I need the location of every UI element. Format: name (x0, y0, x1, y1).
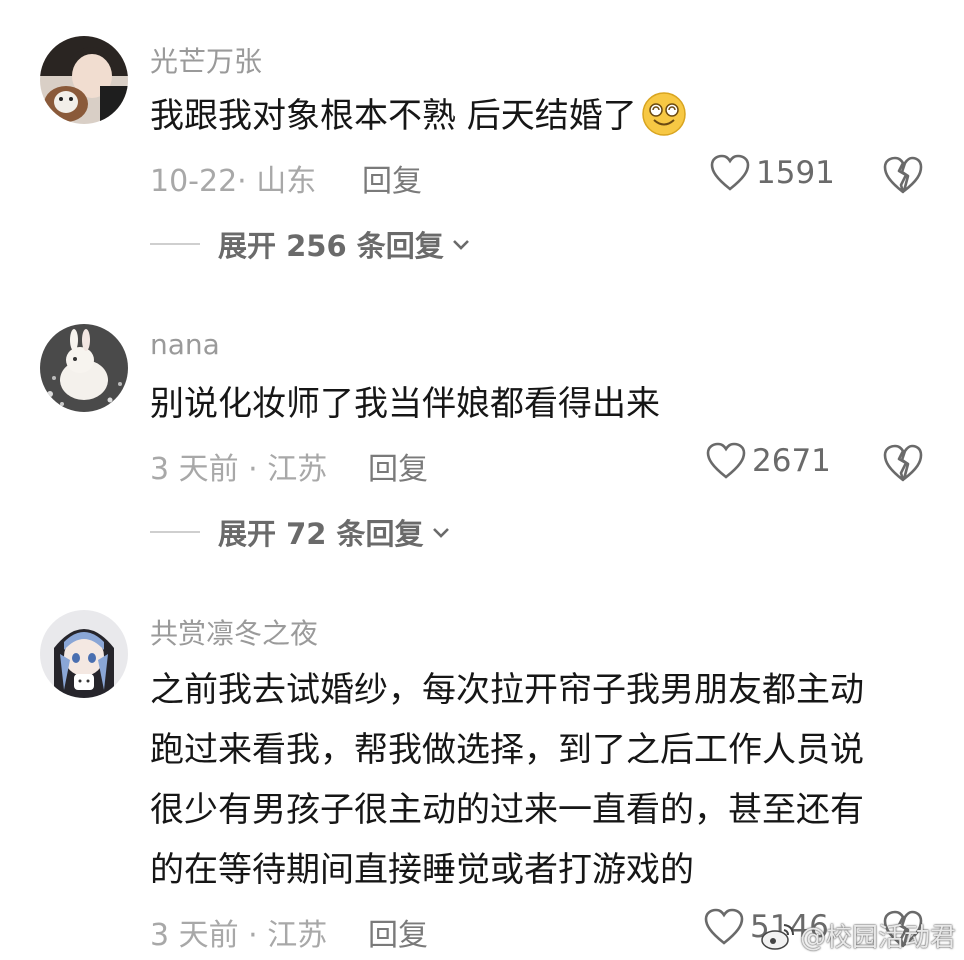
like-count: 1591 (756, 155, 835, 191)
comment-text-line: 很少有男孩子很主动的过来一直看的，甚至还有 (150, 790, 864, 830)
expand-replies-button[interactable]: 展开 72 条回复 (150, 511, 452, 553)
like-count: 2671 (752, 443, 831, 479)
username[interactable]: nana (150, 328, 220, 361)
avatar[interactable] (40, 36, 128, 124)
heart-icon (704, 908, 744, 945)
comment-text-line: 跑过来看我，帮我做选择，到了之后工作人员说 (150, 730, 864, 770)
comment-meta: 10-22· 山东 (150, 164, 317, 199)
weibo-logo-icon (761, 923, 794, 950)
chevron-down-icon (432, 528, 449, 538)
heart-icon (706, 442, 746, 479)
reply-button[interactable]: 回复 (368, 444, 428, 488)
reply-button[interactable]: 回复 (368, 910, 428, 954)
broken-heart-icon (883, 156, 923, 194)
watermark: @校园活动君 (760, 917, 956, 954)
chevron-down-icon (452, 240, 469, 250)
dislike-button[interactable] (882, 155, 924, 195)
divider (150, 243, 200, 245)
expand-replies-label: 展开 72 条回复 (218, 517, 424, 551)
dislike-button[interactable] (882, 443, 924, 483)
comment-text-line: 之前我去试婚纱，每次拉开帘子我男朋友都主动 (150, 670, 864, 710)
avatar[interactable] (40, 610, 128, 698)
comment-text-line: 的在等待期间直接睡觉或者打游戏的 (150, 850, 694, 890)
heart-icon (710, 154, 750, 191)
expand-replies-label: 展开 256 条回复 (218, 229, 444, 263)
reply-button[interactable]: 回复 (362, 156, 422, 200)
username[interactable]: 光芒万张 (150, 40, 262, 80)
like-button[interactable]: 1591 (710, 154, 835, 192)
comment-meta: 3 天前 · 江苏 (150, 452, 328, 487)
comment-text: 之前我去试婚纱，每次拉开帘子我男朋友都主动 跑过来看我，帮我做选择，到了之后工作… (150, 660, 930, 900)
expand-replies-button[interactable]: 展开 256 条回复 (150, 223, 472, 265)
broken-heart-icon (883, 444, 923, 482)
avatar[interactable] (40, 324, 128, 412)
comment-text-content: 我跟我对象根本不熟 后天结婚了 (150, 96, 637, 136)
divider (150, 531, 200, 533)
dizzy-smile-icon (641, 91, 687, 137)
comment-text: 别说化妆师了我当伴娘都看得出来 (150, 384, 660, 424)
like-button[interactable]: 2671 (706, 442, 831, 480)
watermark-text: @校园活动君 (799, 923, 956, 953)
username[interactable]: 共赏凛冬之夜 (150, 612, 318, 652)
comment-text: 我跟我对象根本不熟 后天结婚了 (150, 86, 930, 146)
comment-meta: 3 天前 · 江苏 (150, 918, 328, 953)
